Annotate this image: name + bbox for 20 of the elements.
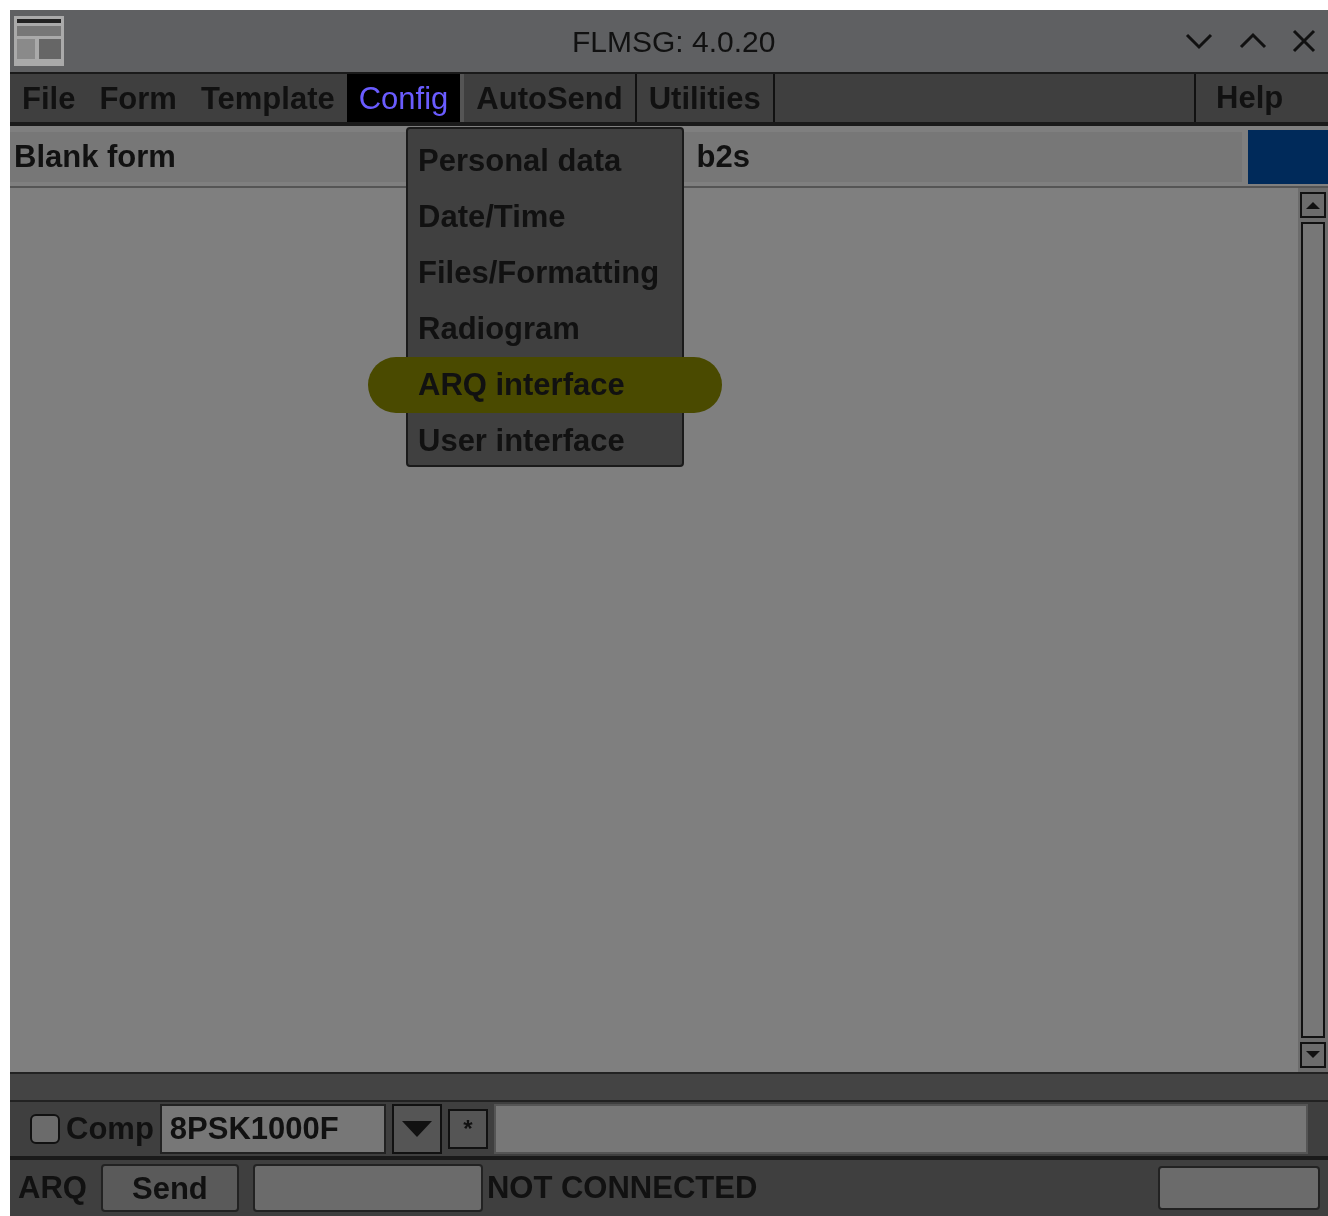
scrollbar[interactable] [1298,188,1328,1072]
mode-button[interactable]: * [447,1109,488,1149]
close-icon[interactable] [1292,29,1316,53]
app-logo-icon [14,16,64,66]
mode-field[interactable]: 8PSK1000F [159,1104,386,1154]
scroll-down-icon[interactable] [1300,1042,1326,1068]
text-field[interactable] [493,1104,1308,1154]
menu-item[interactable]: ARQ interface [368,357,722,413]
form-type-field[interactable]: Blank form [10,132,409,182]
compress-checkbox[interactable] [30,1114,60,1144]
minimize-icon[interactable] [1184,31,1214,51]
dropdown-button[interactable] [391,1104,442,1154]
maximize-icon[interactable] [1238,31,1268,51]
send-button[interactable]: Send [100,1164,239,1212]
window-title: FLMSG: 4.0.20 [572,23,776,60]
scroll-up-icon[interactable] [1300,192,1326,218]
caret-icon [400,1120,433,1138]
scroll-thumb[interactable] [1301,222,1325,1038]
file-name-field[interactable]: b2s [684,132,1243,182]
menu-item[interactable]: Config [346,74,465,122]
